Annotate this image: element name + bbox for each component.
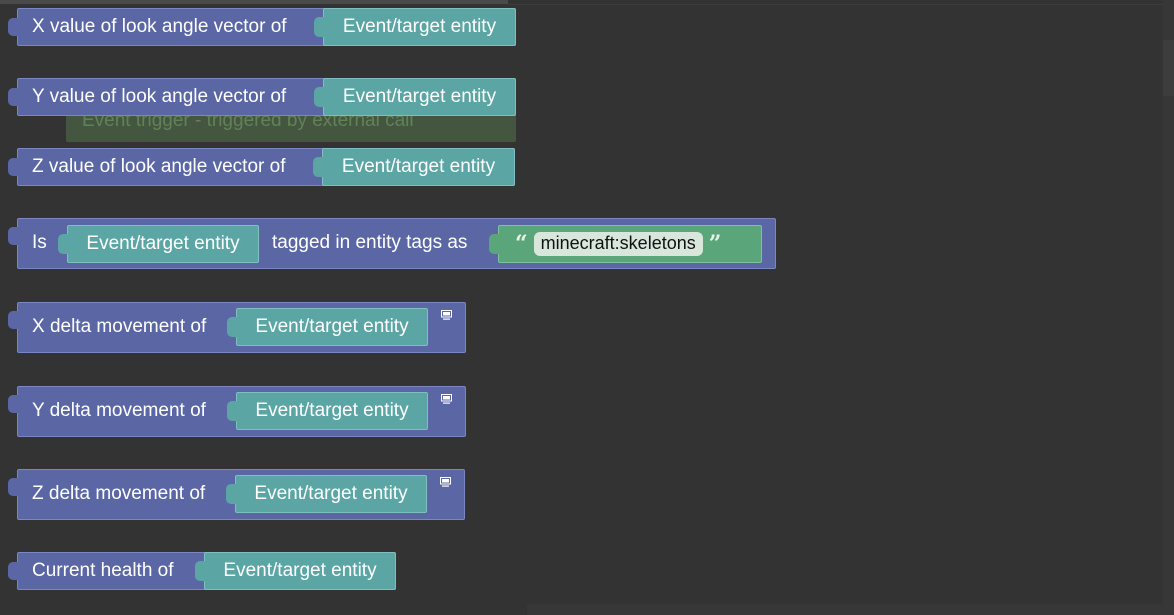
input-connector [227, 317, 237, 337]
computer-icon[interactable] [441, 310, 452, 320]
entity-input-label: Event/target entity [255, 316, 409, 337]
output-connector [8, 158, 18, 176]
output-connector [8, 18, 18, 36]
block-label: Z value of look angle vector of [32, 156, 286, 177]
string-text-field[interactable]: minecraft:skeletons [533, 232, 703, 256]
entity-input-block[interactable]: Event/target entity [226, 475, 427, 513]
output-connector [8, 227, 18, 245]
block-label-is: Is [32, 232, 47, 253]
close-quote-icon: ” [708, 231, 722, 257]
entity-input-label: Event/target entity [342, 16, 497, 37]
output-connector [8, 395, 18, 413]
output-connector [8, 311, 18, 329]
input-connector [489, 234, 499, 254]
entity-input-block[interactable]: Event/target entity [195, 552, 396, 590]
entity-input-block[interactable]: Event/target entity [314, 8, 516, 46]
vertical-scrollbar-thumb[interactable] [1163, 40, 1174, 96]
block-label: X value of look angle vector of [32, 16, 287, 37]
entity-input-block[interactable]: Event/target entity [313, 148, 515, 186]
input-connector [314, 17, 324, 37]
entity-input-label: Event/target entity [223, 560, 377, 581]
string-text-block[interactable]: “ minecraft:skeletons ” [489, 225, 762, 263]
block-label: Current health of [32, 560, 174, 581]
input-connector [195, 561, 205, 581]
block-label: Y value of look angle vector of [32, 86, 287, 107]
entity-input-block[interactable]: Event/target entity [227, 392, 428, 430]
entity-input-label: Event/target entity [86, 233, 240, 254]
block-label-tagged: tagged in entity tags as [272, 232, 468, 253]
toolbox-edge [0, 0, 508, 4]
output-connector [8, 88, 18, 106]
entity-input-block[interactable]: Event/target entity [314, 78, 516, 116]
entity-input-block[interactable]: Event/target entity [227, 308, 428, 346]
input-connector [314, 87, 324, 107]
entity-input-label: Event/target entity [254, 483, 408, 504]
input-connector [313, 157, 323, 177]
input-connector [226, 484, 236, 504]
open-quote-icon: “ [515, 231, 528, 257]
output-connector [8, 478, 18, 496]
blockly-workspace[interactable]: Event trigger - triggered by external ca… [0, 0, 1174, 615]
workspace-top-border [508, 4, 1174, 5]
input-connector [227, 401, 237, 421]
entity-input-label: Event/target entity [341, 156, 496, 177]
entity-input-label: Event/target entity [342, 86, 497, 107]
block-label: Y delta movement of [32, 400, 206, 421]
computer-icon[interactable] [441, 394, 452, 404]
input-connector [58, 234, 68, 254]
output-connector [8, 562, 18, 580]
entity-input-label: Event/target entity [255, 400, 409, 421]
entity-input-block[interactable]: Event/target entity [58, 225, 259, 263]
block-label: X delta movement of [32, 316, 207, 337]
block-label: Z delta movement of [32, 483, 206, 504]
horizontal-scrollbar[interactable] [527, 604, 1174, 615]
computer-icon[interactable] [440, 477, 451, 487]
